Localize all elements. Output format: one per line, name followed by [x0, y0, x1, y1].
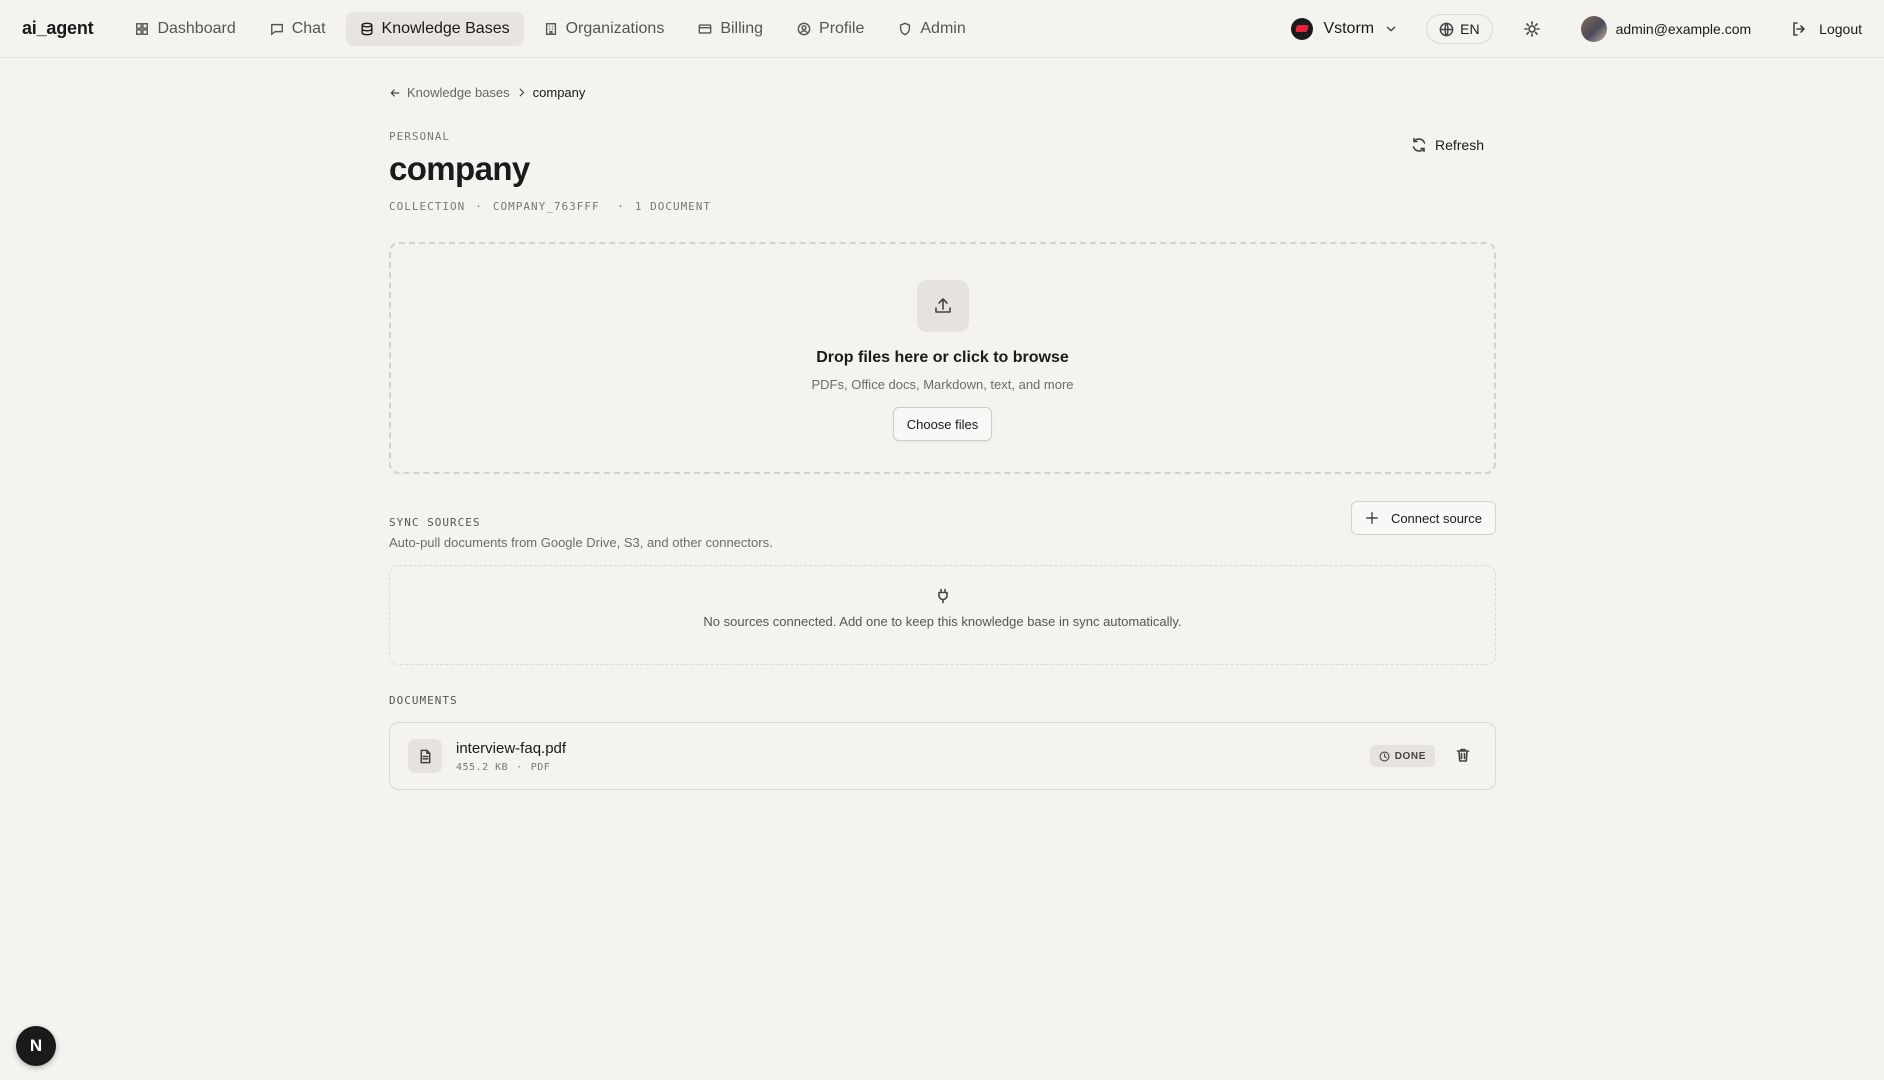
kb-meta: COLLECTION · COMPANY_763FFF · 1 DOCUMENT — [389, 200, 711, 213]
document-meta: 455.2 KB · PDF — [456, 762, 566, 773]
refresh-button[interactable]: Refresh — [1411, 137, 1484, 153]
connect-source-button[interactable]: Connect source — [1350, 501, 1496, 535]
org-switcher[interactable]: Vstorm — [1291, 18, 1398, 40]
connect-source-label: Connect source — [1390, 510, 1482, 526]
nav-dashboard[interactable]: Dashboard — [121, 12, 249, 46]
sync-sources-heading: SYNC SOURCES — [389, 516, 481, 529]
status-badge: DONE — [1369, 745, 1435, 767]
sync-sources-description: Auto-pull documents from Google Drive, S… — [389, 535, 773, 550]
collection-label: COLLECTION — [389, 200, 466, 213]
nav-chat[interactable]: Chat — [256, 12, 340, 46]
meta-separator: · — [516, 761, 523, 773]
language-switcher[interactable]: EN — [1426, 14, 1493, 44]
refresh-icon — [1412, 137, 1426, 153]
header-right: Vstorm EN admin@example.com Logout — [1291, 0, 1862, 58]
breadcrumb-current: company — [532, 85, 586, 100]
file-dropzone[interactable]: Drop files here or click to browse PDFs,… — [389, 242, 1496, 474]
language-label: EN — [1460, 21, 1480, 37]
nav-knowledge-bases[interactable]: Knowledge Bases — [345, 11, 524, 46]
dropzone-title: Drop files here or click to browse — [816, 349, 1069, 366]
delete-document-button[interactable] — [1455, 747, 1471, 768]
top-nav: ai_agent Dashboard Chat Knowledge Bases … — [0, 0, 1884, 58]
logout-button[interactable]: Logout — [1791, 21, 1862, 37]
nav-dashboard-label: Dashboard — [157, 19, 236, 37]
sun-icon — [1523, 21, 1540, 37]
document-info: interview-faq.pdf 455.2 KB · PDF — [456, 740, 566, 773]
document-row[interactable]: interview-faq.pdf 455.2 KB · PDF DONE — [389, 722, 1496, 790]
kb-scope: PERSONAL — [389, 130, 450, 143]
nav-admin-label: Admin — [920, 19, 966, 37]
chat-icon — [270, 23, 283, 36]
theme-toggle[interactable] — [1517, 14, 1547, 44]
meta-separator: · — [475, 200, 483, 213]
breadcrumb: Knowledge bases company — [389, 85, 585, 100]
globe-icon — [1439, 22, 1454, 36]
nav-profile-label: Profile — [819, 19, 865, 37]
nav-billing-label: Billing — [720, 19, 764, 37]
document-file-icon-tile — [408, 739, 442, 773]
building-icon — [545, 22, 556, 35]
choose-files-button[interactable]: Choose files — [892, 407, 993, 441]
plug-icon — [937, 588, 948, 604]
collection-id: COMPANY_763FFF — [492, 200, 600, 213]
upload-tile — [916, 280, 969, 332]
main-nav: Dashboard Chat Knowledge Bases Organizat… — [121, 11, 979, 46]
documents-heading: DOCUMENTS — [389, 694, 458, 707]
brand-logo[interactable]: ai_agent — [22, 18, 94, 39]
nav-knowledge-bases-label: Knowledge Bases — [381, 19, 510, 37]
document-type: PDF — [530, 761, 551, 773]
meta-separator: · — [609, 200, 625, 213]
org-logo — [1291, 18, 1314, 40]
card-icon — [698, 23, 712, 34]
document-name: interview-faq.pdf — [456, 739, 567, 757]
status-label: DONE — [1394, 750, 1426, 762]
upload-icon — [934, 298, 951, 313]
clock-icon — [1379, 750, 1390, 762]
dropzone-subtitle: PDFs, Office docs, Markdown, text, and m… — [811, 377, 1074, 392]
nav-billing[interactable]: Billing — [684, 12, 777, 46]
chevron-right-icon — [519, 88, 524, 97]
nav-admin[interactable]: Admin — [884, 12, 979, 46]
nav-organizations-label: Organizations — [565, 19, 665, 37]
dashboard-icon — [136, 22, 149, 35]
nav-profile[interactable]: Profile — [783, 12, 878, 46]
file-text-icon — [420, 749, 430, 763]
avatar — [1580, 16, 1607, 42]
plus-icon — [1365, 512, 1378, 524]
breadcrumb-parent-link[interactable]: Knowledge bases — [407, 85, 510, 100]
user-menu[interactable]: admin@example.com — [1580, 16, 1752, 42]
logout-label: Logout — [1819, 21, 1862, 37]
nextjs-dev-badge[interactable]: N — [16, 1026, 56, 1066]
org-name: Vstorm — [1323, 20, 1375, 37]
sources-empty-state: No sources connected. Add one to keep th… — [389, 565, 1496, 665]
chevron-down-icon — [1386, 26, 1396, 32]
trash-icon — [1456, 748, 1470, 762]
document-size: 455.2 KB — [456, 761, 509, 773]
shield-icon — [900, 22, 911, 35]
nav-chat-label: Chat — [291, 19, 326, 37]
sources-empty-text: No sources connected. Add one to keep th… — [703, 614, 1182, 629]
doc-count: 1 DOCUMENT — [634, 200, 712, 213]
arrow-left-icon — [390, 88, 400, 97]
database-icon — [361, 22, 373, 35]
user-email: admin@example.com — [1615, 21, 1752, 37]
refresh-label: Refresh — [1434, 137, 1484, 153]
page-title: company — [389, 150, 530, 187]
user-circle-icon — [797, 22, 811, 35]
nav-organizations[interactable]: Organizations — [530, 12, 679, 46]
logout-icon — [1793, 22, 1805, 36]
